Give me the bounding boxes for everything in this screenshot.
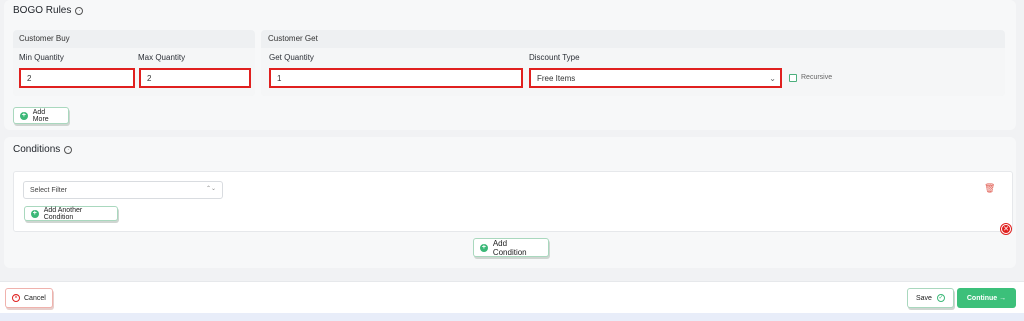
conditions-title-text: Conditions [13,144,61,155]
customer-buy-heading: Customer Buy [19,34,70,43]
get-quantity-value: 1 [277,73,282,83]
plus-circle-icon: + [31,209,39,218]
conditions-title: Conditions · [13,144,73,155]
customer-buy-body: Min Quantity 2 Max Quantity 2 [13,48,255,96]
plus-circle-icon: + [480,243,488,252]
bottom-strip [0,313,1024,321]
up-down-chevron-icon: ⌃⌄ [205,186,216,192]
recursive-checkbox[interactable] [789,74,797,82]
min-quantity-label: Min Quantity [19,53,64,62]
continue-label: Continue → [966,294,1007,302]
cancel-button[interactable]: × Cancel [5,288,53,308]
add-condition-label: Add Condition [492,238,527,257]
max-quantity-value: 2 [147,73,152,83]
bogo-rules-panel: BOGO Rules · Customer Buy Min Quantity 2… [4,0,1016,130]
plus-circle-icon: + [20,111,28,120]
min-quantity-value: 2 [27,73,32,83]
customer-get-body: Get Quantity 1 Discount Type Free Items … [261,48,1005,96]
footer-bar [0,281,1024,313]
get-quantity-label: Get Quantity [269,53,314,62]
conditions-panel: Conditions · Select Filter ⌃⌄ + Add Anot… [4,137,1016,268]
select-filter-dropdown[interactable]: Select Filter ⌃⌄ [23,181,223,199]
info-icon[interactable]: · [64,145,73,154]
select-filter-label: Select Filter [30,186,67,194]
cancel-label: Cancel [24,294,46,302]
add-more-button[interactable]: + Add More [13,107,69,124]
check-icon: ✓ [936,294,945,302]
customer-get-group: Customer Get Get Quantity 1 Discount Typ… [261,30,1005,96]
continue-button[interactable]: Continue → [957,288,1016,308]
max-quantity-label: Max Quantity [138,53,186,62]
customer-buy-group: Customer Buy Min Quantity 2 Max Quantity… [13,30,255,96]
save-label: Save [916,294,932,302]
discount-type-label: Discount Type [529,53,580,62]
add-another-condition-button[interactable]: + Add Another Condition [24,206,118,221]
info-icon[interactable]: · [75,6,84,15]
chevron-down-icon: ⌄ [769,74,776,83]
add-another-condition-label: Add Another Condition [43,206,83,221]
add-condition-button[interactable]: + Add Condition [473,238,549,257]
trash-icon[interactable]: 🗑 [984,183,995,194]
min-quantity-input[interactable]: 2 [19,68,135,88]
bogo-rules-title: BOGO Rules · [13,5,84,16]
max-quantity-input[interactable]: 2 [139,68,251,88]
discount-type-select[interactable]: Free Items ⌄ [529,68,782,88]
save-button[interactable]: Save ✓ [907,288,954,308]
discount-type-value: Free Items [537,73,576,83]
add-more-label: Add More [32,108,49,123]
recursive-label: Recursive [801,74,833,81]
condition-card: Select Filter ⌃⌄ + Add Another Condition [13,171,1013,232]
bogo-rules-title-text: BOGO Rules [13,5,72,16]
customer-get-heading: Customer Get [268,34,318,43]
close-icon[interactable]: ✕ [1001,224,1011,234]
get-quantity-input[interactable]: 1 [269,68,523,88]
close-icon: × [12,294,20,302]
